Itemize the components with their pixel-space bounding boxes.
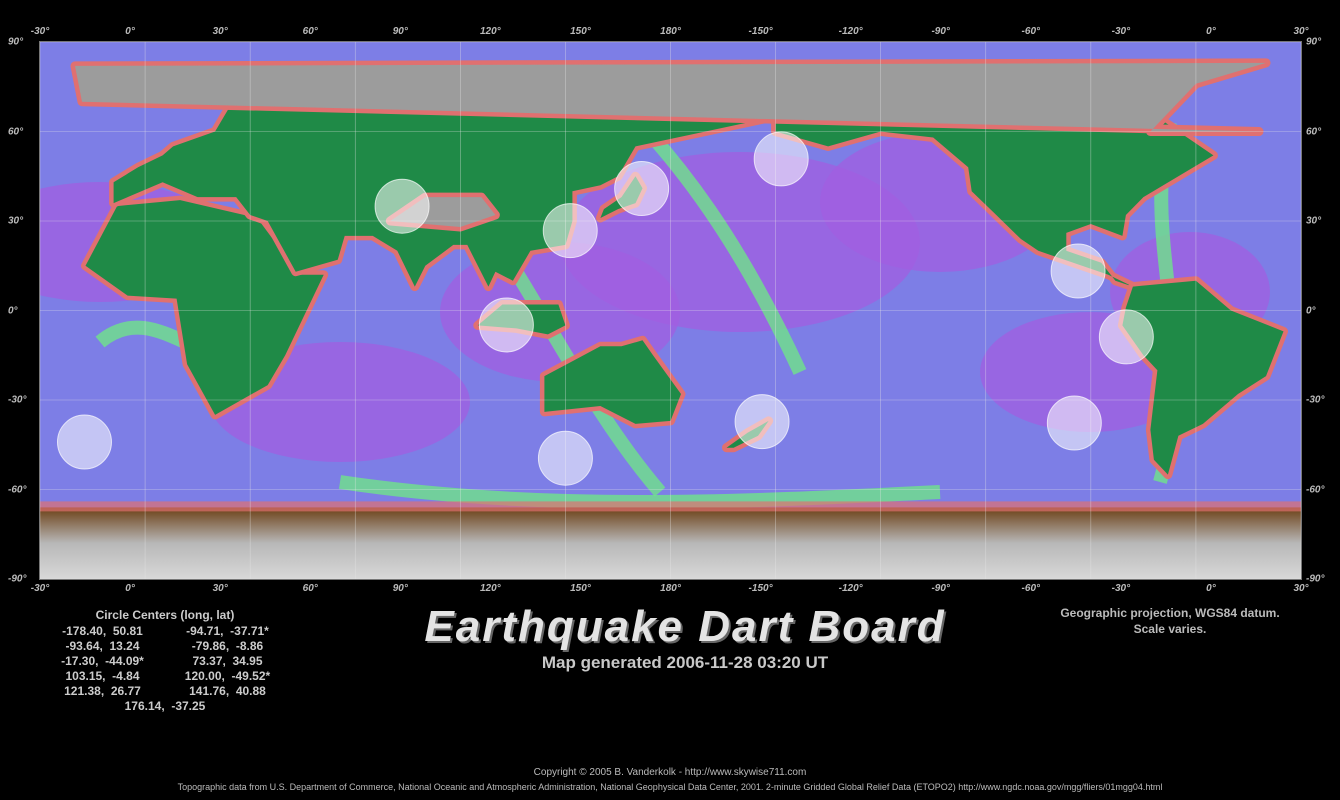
axis-tick-label: 30°	[8, 215, 24, 227]
axis-tick-label: -90°	[931, 26, 950, 37]
earthquake-circle	[56, 414, 112, 470]
copyright-text: Copyright © 2005 B. Vanderkolk - http://…	[533, 767, 807, 778]
topographic-map-svg	[40, 42, 1301, 579]
axis-tick-label: 0°	[1206, 583, 1216, 594]
axis-tick-label: -30°	[30, 26, 50, 37]
axis-tick-label: 90°	[1306, 36, 1322, 48]
axis-tick-label: 90°	[8, 36, 24, 48]
projection-note: Geographic projection, WGS84 datum. Scal…	[1010, 605, 1330, 637]
axis-tick-label: 0°	[1306, 305, 1316, 316]
axis-tick-label: 30°	[1293, 26, 1309, 37]
axis-tick-label: 60°	[302, 583, 318, 594]
earthquake-circle	[1098, 309, 1154, 365]
axis-tick-label: 150°	[570, 26, 591, 37]
axis-tick-label: 0°	[1206, 26, 1216, 37]
axis-tick-label: -150°	[748, 583, 773, 594]
axis-tick-label: -120°	[838, 583, 863, 594]
axis-tick-label: 120°	[480, 26, 501, 37]
axis-tick-label: 30°	[212, 26, 228, 37]
earthquake-circle	[537, 430, 593, 486]
axis-tick-label: 0°	[125, 583, 135, 594]
axis-tick-label: 60°	[1306, 126, 1322, 137]
circle-center-entry: -79.86, -8.86	[191, 639, 264, 653]
axis-tick-label: -90°	[1306, 573, 1325, 585]
axis-tick-label: -60°	[1021, 26, 1041, 37]
axis-tick-label: 150°	[570, 583, 591, 594]
circle-center-entry: -93.64, 13.24	[65, 639, 140, 653]
circle-center-entry: -17.30, -44.09*	[61, 654, 144, 668]
axis-tick-label: -30°	[8, 394, 27, 406]
page-title: Earthquake Dart Board	[424, 602, 946, 651]
circle-center-entry: -94.71, -37.71*	[186, 624, 269, 638]
circle-center-entry: -178.40, 50.81	[62, 624, 143, 638]
circle-centers-title: Circle Centers (long, lat)	[95, 608, 235, 622]
circle-centers-list: -178.40, 50.81 -94.71, -37.71* -93.64, 1…	[40, 624, 290, 713]
axis-tick-label: 90°	[392, 26, 408, 37]
data-source-credit: Topographic data from U.S. Department of…	[177, 782, 1163, 792]
earthquake-circle	[374, 178, 430, 234]
earthquake-circle	[478, 297, 534, 353]
axis-tick-label: -90°	[931, 583, 950, 594]
circle-center-entry: 120.00, -49.52*	[184, 669, 271, 683]
axis-tick-label: -150°	[748, 26, 773, 37]
axis-tick-label: 120°	[480, 583, 501, 594]
circle-center-entry: 121.38, 26.77	[64, 684, 141, 698]
axis-tick-label: 60°	[8, 126, 24, 137]
axis-tick-label: -30°	[1111, 583, 1131, 594]
earthquake-circle	[542, 203, 598, 259]
earthquake-circle	[753, 131, 809, 187]
axis-tick-label: 30°	[212, 583, 228, 594]
axis-tick-label: -30°	[1306, 394, 1325, 406]
earthquake-circle	[734, 394, 790, 450]
axis-tick-label: -120°	[838, 26, 863, 37]
axis-tick-label: 180°	[660, 583, 681, 594]
circle-center-entry: 73.37, 34.95	[192, 654, 263, 668]
axis-tick-label: -60°	[1306, 484, 1325, 495]
earthquake-circle	[614, 161, 670, 217]
axis-tick-label: -30°	[30, 583, 50, 594]
circle-centers-panel: Circle Centers (long, lat) -178.40, 50.8…	[40, 608, 290, 713]
circle-center-entry: 103.15, -4.84	[65, 669, 140, 683]
earthquake-circle	[1046, 395, 1102, 451]
circle-center-entry: 141.76, 40.88	[189, 684, 266, 698]
axis-tick-label: -60°	[1021, 583, 1041, 594]
circle-center-entry: 176.14, -37.25	[124, 699, 206, 713]
generated-timestamp: Map generated 2006-11-28 03:20 UT	[541, 653, 829, 672]
axis-tick-label: 90°	[392, 583, 408, 594]
axis-tick-label: -60°	[8, 484, 27, 495]
axis-tick-label: 0°	[8, 305, 18, 316]
axis-tick-label: 180°	[660, 26, 681, 37]
axis-tick-label: 30°	[1293, 583, 1309, 594]
earthquake-circle	[1050, 243, 1106, 299]
axis-tick-label: -30°	[1111, 26, 1131, 37]
projection-line: Geographic projection, WGS84 datum.	[1060, 606, 1280, 620]
scale-note: Scale varies.	[1133, 622, 1207, 636]
axis-tick-label: 0°	[125, 26, 135, 37]
world-map	[39, 41, 1302, 580]
axis-tick-label: 60°	[302, 26, 318, 37]
axis-tick-label: -90°	[8, 573, 27, 585]
axis-tick-label: 30°	[1306, 215, 1322, 227]
